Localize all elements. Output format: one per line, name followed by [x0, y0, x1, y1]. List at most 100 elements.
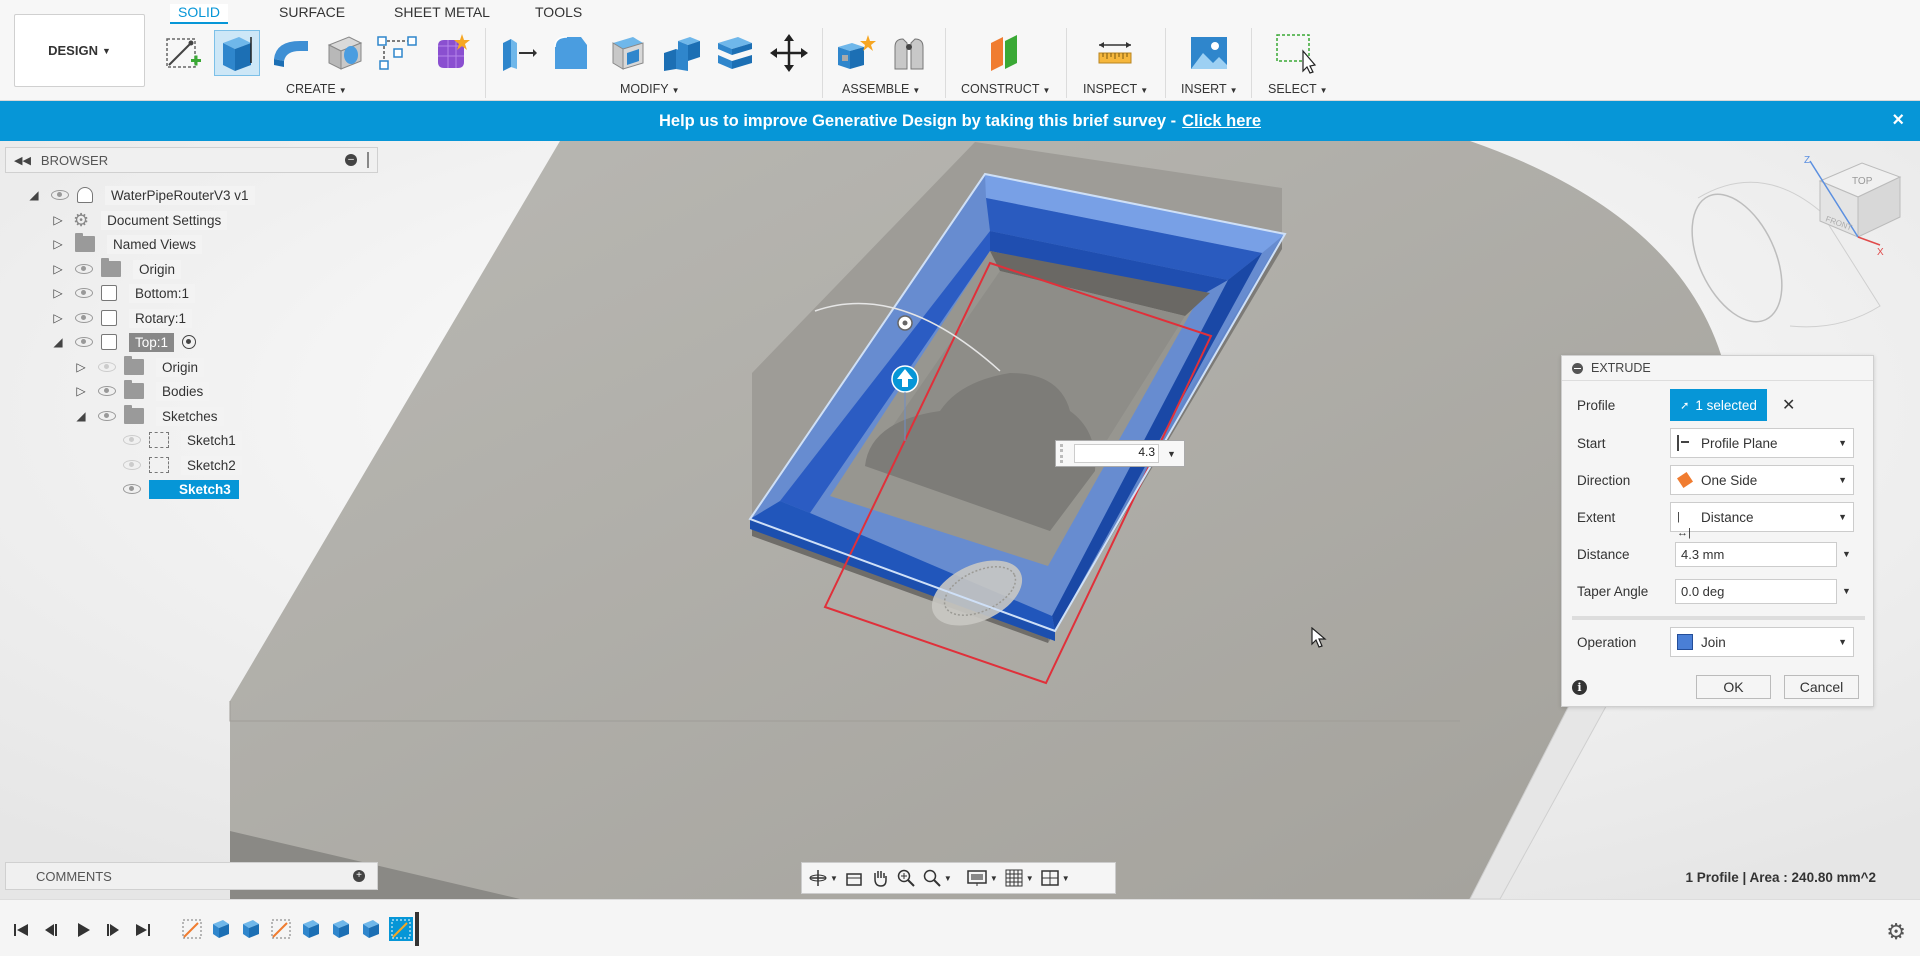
- collapse-triangle-icon[interactable]: ◢: [51, 335, 65, 349]
- gear-icon[interactable]: ⚙: [1886, 919, 1906, 945]
- chevron-down-icon[interactable]: ▼: [1167, 449, 1176, 459]
- visibility-eye-icon[interactable]: [75, 264, 93, 274]
- ok-button[interactable]: OK: [1696, 675, 1771, 699]
- insert-image-tool[interactable]: [1186, 30, 1232, 76]
- tab-tools[interactable]: TOOLS: [535, 4, 582, 24]
- banner-link[interactable]: Click here: [1182, 112, 1261, 131]
- window-select-tool[interactable]: [1272, 30, 1318, 76]
- expand-triangle-icon[interactable]: ▷: [51, 237, 65, 251]
- tree-item-document-settings[interactable]: ▷ ⚙ Document Settings: [51, 208, 228, 232]
- tree-item-bottom[interactable]: ▷ Bottom:1: [51, 281, 196, 305]
- look-at-button[interactable]: [844, 867, 864, 889]
- modify-menu[interactable]: MODIFY ▼: [620, 82, 680, 96]
- cancel-button[interactable]: Cancel: [1784, 675, 1859, 699]
- create-sketch-tool[interactable]: [160, 30, 206, 76]
- tree-item-label[interactable]: Document Settings: [101, 210, 228, 230]
- info-icon[interactable]: i: [1572, 680, 1587, 695]
- expand-triangle-icon[interactable]: ▷: [51, 262, 65, 276]
- visibility-eye-icon[interactable]: [98, 386, 116, 396]
- display-settings-button[interactable]: ▼: [966, 867, 998, 889]
- measure-tool[interactable]: [1092, 30, 1138, 76]
- zoom-window-button[interactable]: ▼: [922, 867, 952, 889]
- select-menu[interactable]: SELECT ▼: [1268, 82, 1328, 96]
- viewcube-top-label[interactable]: TOP: [1852, 176, 1873, 187]
- expand-triangle-icon[interactable]: ▷: [51, 213, 65, 227]
- new-component-tool[interactable]: [832, 30, 878, 76]
- drag-handle[interactable]: [1060, 444, 1070, 463]
- viewports-button[interactable]: ▼: [1040, 867, 1070, 889]
- go-to-start-icon[interactable]: [12, 922, 30, 938]
- extent-select[interactable]: |↔| Distance ▼: [1670, 502, 1854, 539]
- tree-item-sketch2[interactable]: Sketch2: [123, 453, 242, 477]
- combine-tool[interactable]: [658, 30, 704, 76]
- tree-root[interactable]: ◢ WaterPipeRouterV3 v1: [27, 183, 255, 207]
- tree-item-label[interactable]: Origin: [156, 357, 205, 377]
- collapse-dialog-icon[interactable]: [1572, 362, 1583, 374]
- minimize-icon[interactable]: –: [345, 154, 357, 166]
- zoom-button[interactable]: [896, 867, 916, 889]
- tree-item-sketches[interactable]: ◢ Sketches: [74, 404, 224, 428]
- timeline-sketch-current-icon[interactable]: [389, 917, 413, 941]
- tree-item-origin[interactable]: ▷ Origin: [51, 257, 182, 281]
- tree-item-sketch3[interactable]: Sketch3: [123, 477, 239, 501]
- visibility-eye-icon[interactable]: [123, 460, 141, 470]
- start-select[interactable]: Profile Plane ▼: [1670, 428, 1854, 458]
- timeline-extrude-icon[interactable]: [329, 917, 353, 941]
- tree-item-sketch1[interactable]: Sketch1: [123, 428, 242, 452]
- grid-settings-button[interactable]: ▼: [1004, 867, 1034, 889]
- pattern-tool[interactable]: [374, 30, 420, 76]
- offset-face-tool[interactable]: [712, 30, 758, 76]
- revolve-tool[interactable]: [268, 30, 314, 76]
- timeline-extrude-icon[interactable]: [299, 917, 323, 941]
- step-forward-icon[interactable]: [104, 922, 122, 938]
- direction-select[interactable]: One Side ▼: [1670, 465, 1854, 495]
- move-copy-tool[interactable]: [766, 30, 812, 76]
- extrude-tool[interactable]: [214, 30, 260, 76]
- create-form-tool[interactable]: [428, 30, 474, 76]
- orbit-button[interactable]: ▼: [808, 867, 838, 889]
- collapse-triangle-icon[interactable]: ◢: [27, 188, 41, 202]
- chevron-down-icon[interactable]: ▼: [1842, 549, 1851, 559]
- tree-item-label[interactable]: Sketches: [156, 406, 224, 426]
- visibility-eye-icon[interactable]: [123, 435, 141, 445]
- tree-item-label[interactable]: Named Views: [107, 234, 203, 254]
- close-icon[interactable]: ×: [1892, 109, 1904, 132]
- tree-item-label[interactable]: Origin: [133, 259, 182, 279]
- tree-item-label[interactable]: WaterPipeRouterV3 v1: [105, 185, 255, 205]
- visibility-eye-icon[interactable]: [75, 288, 93, 298]
- expand-triangle-icon[interactable]: ▷: [51, 286, 65, 300]
- tree-item-bodies[interactable]: ▷ Bodies: [74, 379, 210, 403]
- expand-triangle-icon[interactable]: ▷: [74, 384, 88, 398]
- timeline-extrude-icon[interactable]: [209, 917, 233, 941]
- expand-triangle-icon[interactable]: ▷: [74, 360, 88, 374]
- tree-item-label[interactable]: Rotary:1: [129, 308, 193, 328]
- operation-select[interactable]: Join ▼: [1670, 627, 1854, 657]
- tree-item-label[interactable]: Top:1: [129, 332, 175, 352]
- distance-field[interactable]: 4.3 mm: [1675, 541, 1837, 567]
- taper-angle-field[interactable]: 0.0 deg: [1675, 578, 1837, 604]
- pan-button[interactable]: [870, 867, 890, 889]
- tree-item-named-views[interactable]: ▷ Named Views: [51, 232, 203, 256]
- activate-component-icon[interactable]: [182, 335, 197, 349]
- visibility-eye-icon[interactable]: [75, 337, 93, 347]
- timeline-extrude-icon[interactable]: [359, 917, 383, 941]
- expand-triangle-icon[interactable]: ▷: [51, 311, 65, 325]
- tab-surface[interactable]: SURFACE: [279, 4, 345, 24]
- tree-item-label[interactable]: Sketch3: [149, 479, 239, 499]
- step-back-icon[interactable]: [42, 922, 60, 938]
- visibility-eye-icon[interactable]: [98, 411, 116, 421]
- tree-item-rotary[interactable]: ▷ Rotary:1: [51, 306, 193, 330]
- visibility-eye-icon[interactable]: [75, 313, 93, 323]
- clear-selection-icon[interactable]: ✕: [1782, 395, 1795, 415]
- tree-item-label[interactable]: Sketch1: [181, 430, 242, 450]
- chevron-down-icon[interactable]: ▼: [1842, 586, 1851, 596]
- tree-item-top[interactable]: ◢ Top:1: [51, 330, 197, 354]
- collapse-triangle-icon[interactable]: ◢: [74, 409, 88, 423]
- play-icon[interactable]: [74, 922, 92, 938]
- assemble-menu[interactable]: ASSEMBLE ▼: [842, 82, 920, 96]
- tree-item-label[interactable]: Bodies: [156, 381, 210, 401]
- offset-plane-tool[interactable]: [982, 30, 1028, 76]
- tree-item-top-origin[interactable]: ▷ Origin: [74, 355, 205, 379]
- press-pull-tool[interactable]: [494, 30, 540, 76]
- shell-tool[interactable]: [604, 30, 650, 76]
